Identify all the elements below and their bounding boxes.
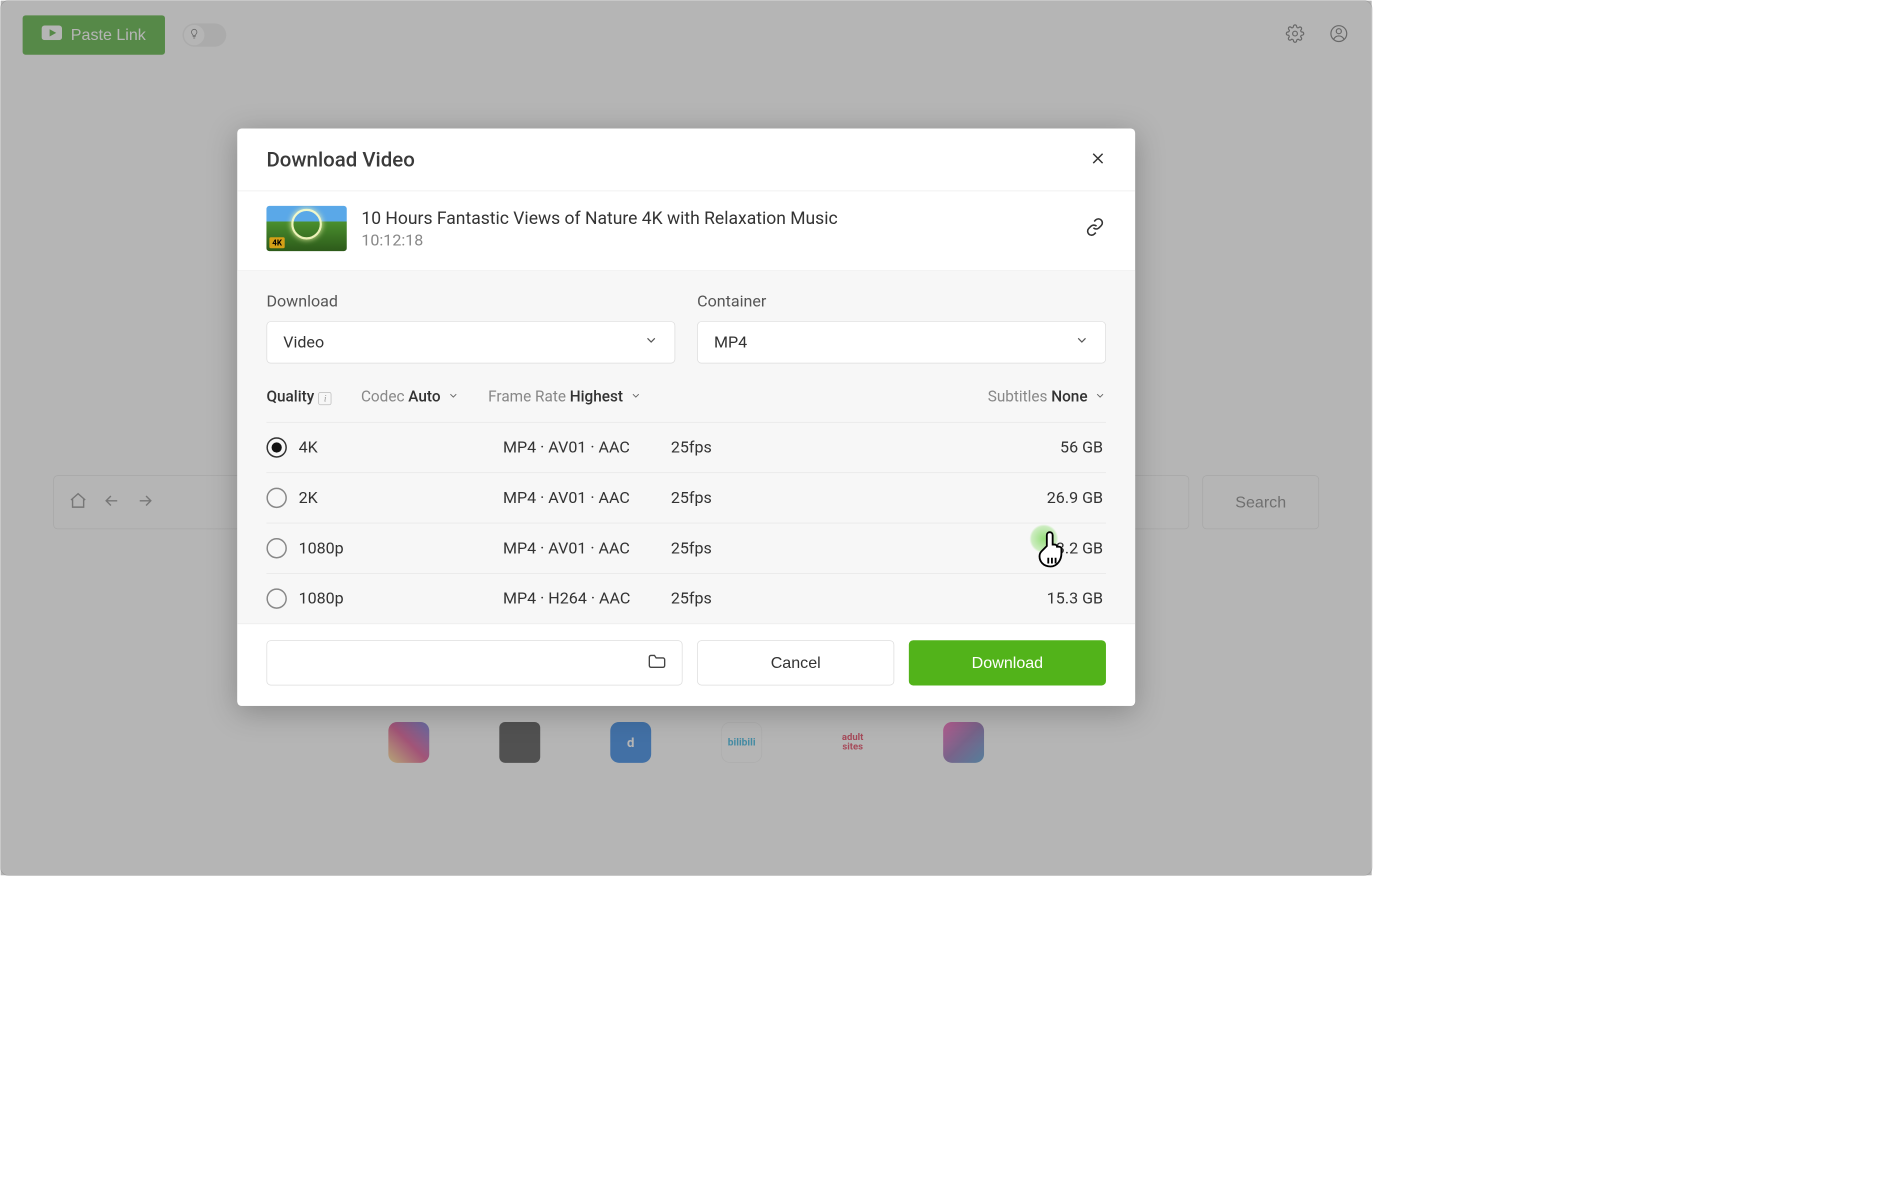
quality-fps: 25fps (671, 489, 1004, 507)
video-title: 10 Hours Fantastic Views of Nature 4K wi… (361, 208, 1069, 228)
codec-dropdown[interactable]: Codec Auto (361, 388, 459, 406)
chevron-down-icon (644, 333, 659, 352)
container-label: Container (697, 293, 1106, 311)
close-icon (1090, 155, 1106, 169)
quality-size: 56 GB (1004, 438, 1106, 456)
modal-overlay: Download Video 10 Hours Fantastic Views … (1, 1, 1372, 876)
app-window: Paste Link (0, 0, 1372, 876)
modal-footer: Cancel Download (237, 623, 1135, 705)
cancel-button[interactable]: Cancel (697, 640, 894, 685)
video-info-row: 10 Hours Fantastic Views of Nature 4K wi… (237, 191, 1135, 271)
options-area: Download Video Container MP4 (237, 271, 1135, 624)
download-type-select[interactable]: Video (266, 321, 675, 363)
download-button[interactable]: Download (909, 640, 1106, 685)
quality-fps: 25fps (671, 539, 1004, 557)
quality-row[interactable]: 1080pMP4 · AV01 · AAC25fps8.2 GB (266, 523, 1106, 573)
folder-icon (647, 651, 667, 674)
quality-resolution: 4K (299, 438, 503, 456)
quality-list: 4KMP4 · AV01 · AAC25fps56 GB2KMP4 · AV01… (266, 422, 1106, 623)
quality-resolution: 1080p (299, 589, 503, 607)
quality-fps: 25fps (671, 438, 1004, 456)
quality-size: 8.2 GB (1004, 539, 1106, 557)
quality-fps: 25fps (671, 589, 1004, 607)
download-video-modal: Download Video 10 Hours Fantastic Views … (237, 128, 1135, 705)
container-select[interactable]: MP4 (697, 321, 1106, 363)
quality-format: MP4 · AV01 · AAC (503, 489, 671, 507)
quality-row[interactable]: 1080pMP4 · H264 · AAC25fps15.3 GB (266, 573, 1106, 623)
output-folder-button[interactable] (266, 640, 682, 685)
chevron-down-icon (1075, 333, 1090, 352)
chevron-down-icon (630, 390, 642, 402)
video-thumbnail (266, 206, 346, 251)
download-type-value: Video (283, 333, 324, 351)
quality-label: Qualityi (266, 388, 331, 406)
quality-radio[interactable] (266, 538, 286, 558)
video-duration: 10:12:18 (361, 231, 1069, 249)
modal-title: Download Video (266, 147, 414, 171)
info-icon[interactable]: i (319, 392, 332, 405)
quality-radio[interactable] (266, 588, 286, 608)
framerate-dropdown[interactable]: Frame Rate Highest (488, 388, 641, 406)
quality-size: 26.9 GB (1004, 489, 1106, 507)
container-value: MP4 (714, 333, 747, 351)
download-type-label: Download (266, 293, 675, 311)
quality-format: MP4 · AV01 · AAC (503, 539, 671, 557)
close-button[interactable] (1090, 150, 1106, 169)
quality-row[interactable]: 4KMP4 · AV01 · AAC25fps56 GB (266, 422, 1106, 472)
quality-resolution: 1080p (299, 539, 503, 557)
quality-format: MP4 · AV01 · AAC (503, 438, 671, 456)
quality-size: 15.3 GB (1004, 589, 1106, 607)
copy-link-button[interactable] (1084, 218, 1106, 240)
chevron-down-icon (447, 390, 459, 402)
quality-radio[interactable] (266, 488, 286, 508)
quality-row[interactable]: 2KMP4 · AV01 · AAC25fps26.9 GB (266, 472, 1106, 522)
subtitles-dropdown[interactable]: Subtitles None (988, 388, 1106, 406)
quality-radio[interactable] (266, 437, 286, 457)
chevron-down-icon (1094, 390, 1106, 402)
quality-format: MP4 · H264 · AAC (503, 589, 671, 607)
link-icon (1086, 218, 1105, 240)
quality-resolution: 2K (299, 489, 503, 507)
